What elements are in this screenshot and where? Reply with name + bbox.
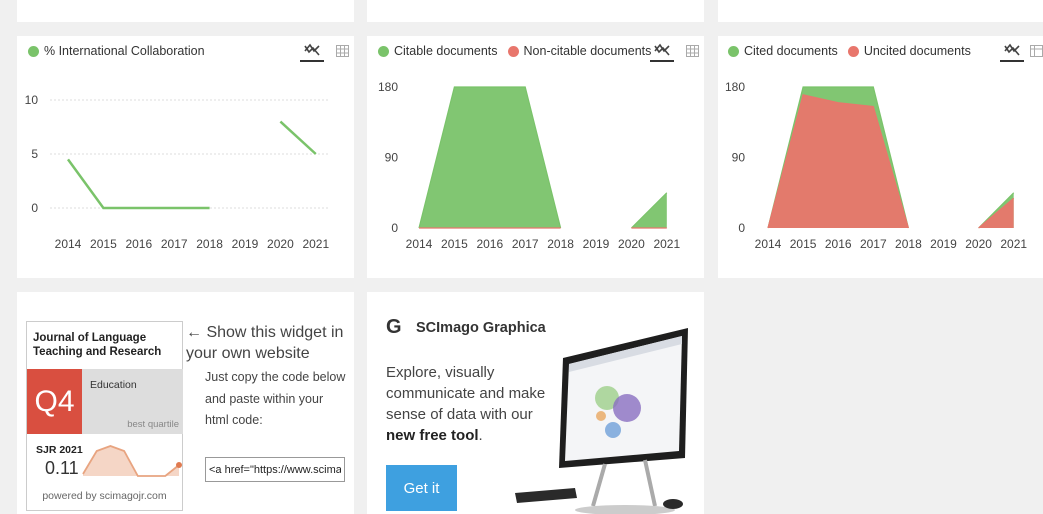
area-chart-cited-documents: 180 90 0 2014 2015 2016 2017 2018 2019 2020 2021 bbox=[725, 80, 1027, 251]
widget-heading: ← Show this widget in your own website bbox=[186, 324, 344, 362]
journal-title: Journal of Language Teaching and Researc… bbox=[33, 332, 162, 358]
x-tick-label: 2015 bbox=[790, 237, 817, 251]
best-quartile-label: best quartile bbox=[127, 419, 179, 430]
sjr-label: SJR 2021 bbox=[36, 444, 83, 456]
x-tick-label: 2014 bbox=[755, 237, 782, 251]
x-tick-label: 2019 bbox=[930, 237, 957, 251]
graphica-text-bold: new bbox=[386, 427, 416, 444]
graphica-text-bold: free tool bbox=[419, 427, 479, 444]
x-tick-label: 2021 bbox=[1000, 237, 1027, 251]
series-area bbox=[768, 94, 909, 228]
computer-illustration bbox=[515, 328, 688, 514]
y-tick-label: 180 bbox=[725, 80, 745, 94]
sparkline-last-point bbox=[176, 462, 182, 468]
x-tick-label: 2017 bbox=[860, 237, 887, 251]
x-tick-label: 2020 bbox=[965, 237, 992, 251]
category-box: Education best quartile bbox=[82, 369, 183, 434]
graphica-logo-icon: G bbox=[386, 316, 402, 338]
quartile-badge: Q4 bbox=[27, 369, 82, 434]
sjr-sparkline bbox=[82, 445, 182, 477]
category-name: Education bbox=[90, 379, 137, 391]
widget-instructions: Just copy the code below and paste withi… bbox=[205, 370, 346, 427]
sjr-value: 0.11 bbox=[45, 458, 79, 478]
x-tick-label: 2018 bbox=[895, 237, 922, 251]
sjr-widget[interactable]: Journal of Language Teaching and Researc… bbox=[26, 321, 183, 511]
powered-by: powered by scimagojr.com bbox=[42, 490, 167, 502]
y-tick-label: 90 bbox=[732, 151, 746, 165]
embed-code-input[interactable] bbox=[205, 457, 345, 482]
x-tick-label: 2016 bbox=[825, 237, 852, 251]
get-it-button[interactable]: Get it bbox=[386, 465, 457, 511]
y-tick-label: 0 bbox=[738, 221, 745, 235]
graphica-text-end: . bbox=[478, 427, 483, 444]
